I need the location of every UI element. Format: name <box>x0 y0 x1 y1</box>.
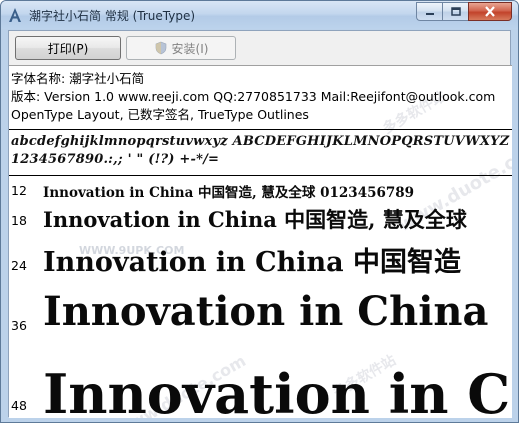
sample-size-label: 24 <box>11 258 27 273</box>
sample-size-label: 36 <box>11 318 27 333</box>
print-button[interactable]: 打印(P) <box>15 36 121 60</box>
toolbar: 打印(P) 安装(I) <box>9 31 512 64</box>
charset-letters: abcdefghijklmnopqrstuvwxyz ABCDEFGHIJKLM… <box>11 134 510 149</box>
caption-buttons <box>416 2 512 21</box>
divider <box>9 175 512 176</box>
install-button-label: 安装(I) <box>171 41 209 56</box>
sample-text: Innovation in China 中国智造, 慧及全球 <box>43 207 467 232</box>
sample-row-36: 36 Innovation in China <box>9 288 512 348</box>
window-title: 潮字社小石简 常规 (TrueType) <box>29 9 196 23</box>
sample-size-label: 48 <box>11 398 27 413</box>
sample-row-18: 18 Innovation in China 中国智造, 慧及全球 <box>9 204 512 234</box>
maximize-icon <box>450 7 461 16</box>
maximize-button[interactable] <box>442 2 468 21</box>
minimize-icon <box>425 12 434 15</box>
uac-shield-icon <box>155 41 166 55</box>
close-icon <box>485 6 495 17</box>
client-area: 打印(P) 安装(I) WWW.9UPK.COM 多多软件站 www.duote… <box>8 30 512 418</box>
sample-text: Innovation in China <box>43 288 489 335</box>
sample-text: Innovation in C <box>43 362 511 418</box>
sample-row-48: 48 Innovation in C <box>9 362 512 418</box>
minimize-button[interactable] <box>416 2 442 21</box>
sample-text: Innovation in China 中国智造 <box>43 247 462 278</box>
divider <box>9 129 512 130</box>
charset-digits: 1234567890.:,; ' " (!?) +-*/= <box>11 152 220 167</box>
font-preview-pane[interactable]: WWW.9UPK.COM 多多软件站 www.duote.com 多多软件站 w… <box>9 65 512 418</box>
font-features-line: OpenType Layout, 已数字签名, TrueType Outline… <box>11 107 309 122</box>
font-version-line: 版本: Version 1.0 www.reeji.com QQ:2770851… <box>11 89 496 104</box>
sample-row-24: 24 Innovation in China 中国智造 <box>9 238 512 280</box>
font-app-icon <box>9 8 21 22</box>
font-info: 字体名称: 潮字社小石简 版本: Version 1.0 www.reeji.c… <box>11 70 495 124</box>
font-name-line: 字体名称: 潮字社小石简 <box>11 71 145 86</box>
sample-size-label: 12 <box>11 183 27 198</box>
close-button[interactable] <box>468 2 512 21</box>
print-button-label: 打印(P) <box>47 41 89 56</box>
install-button[interactable]: 安装(I) <box>126 36 236 60</box>
sample-size-label: 18 <box>11 213 27 228</box>
title-bar[interactable]: 潮字社小石简 常规 (TrueType) <box>1 1 518 29</box>
sample-text: Innovation in China 中国智造, 慧及全球 012345678… <box>43 185 415 201</box>
font-viewer-window: 潮字社小石简 常规 (TrueType) 打印(P) 安装(I) WWW.9UP… <box>0 0 519 423</box>
sample-row-12: 12 Innovation in China 中国智造, 慧及全球 012345… <box>9 180 512 201</box>
